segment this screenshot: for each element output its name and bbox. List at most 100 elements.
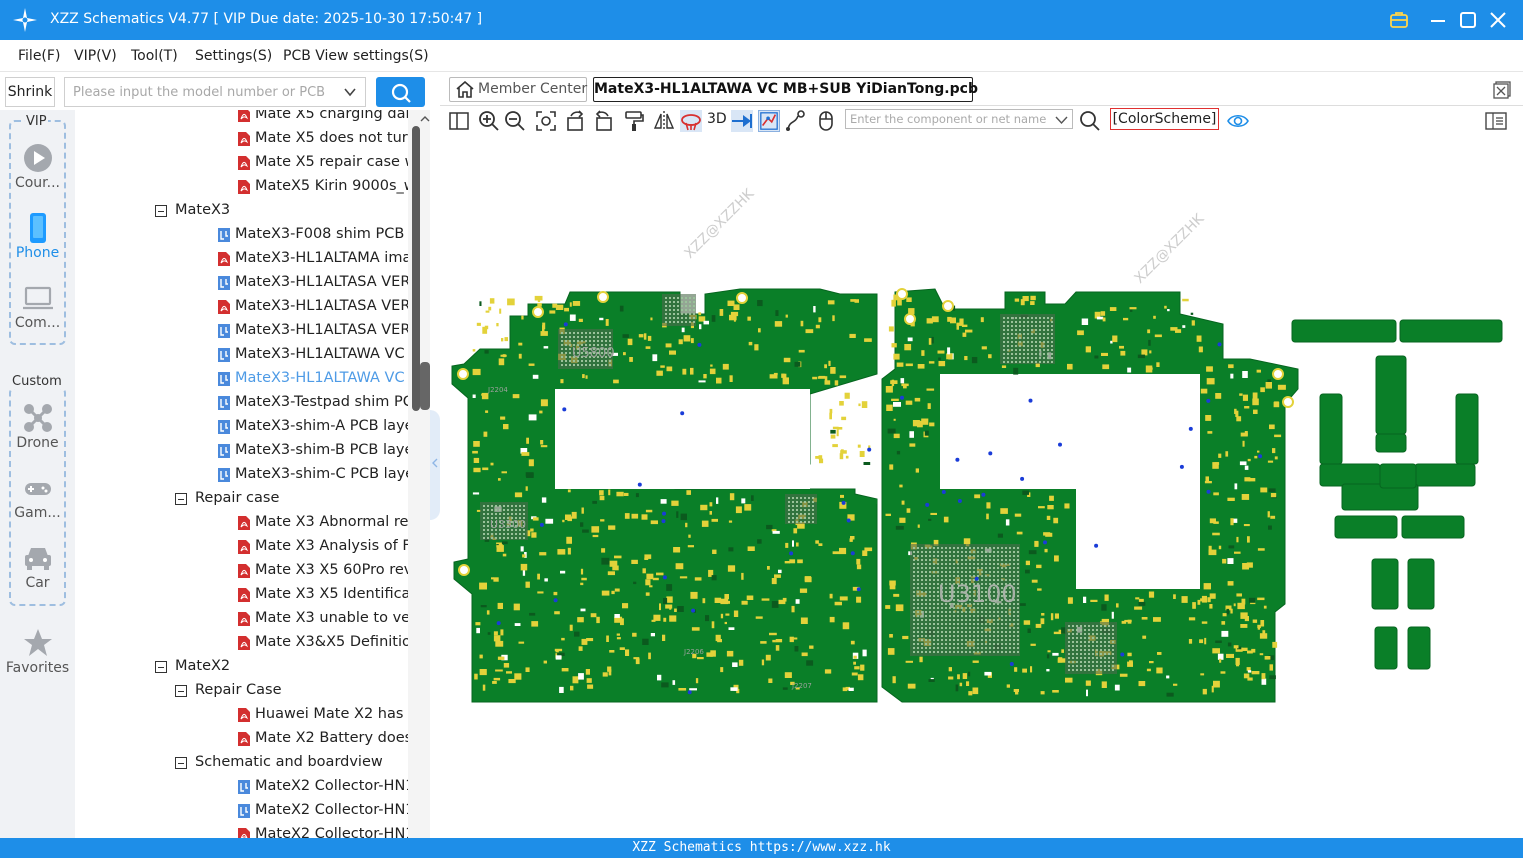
menu-vip[interactable]: VIP(V) [74,48,117,64]
color-scheme-button[interactable]: [ColorScheme] [1110,108,1219,130]
pcb-pad [1111,611,1114,619]
tree-scrollbar-thumb[interactable] [412,126,420,411]
tree-file-item[interactable]: MateX3-Testpad shim PCB layer [75,391,408,415]
nav-favorites[interactable]: Favorites [0,628,75,676]
search-button[interactable] [376,77,425,107]
rotate-left-icon[interactable] [565,110,587,132]
bga-ball [561,332,563,334]
bga-ball [523,537,525,539]
tree-file-item[interactable]: MateX3-HL1ALTAMA image.pdf [75,247,408,271]
fit-view-icon[interactable] [535,110,557,132]
paint-roller-icon[interactable] [623,110,645,132]
menu-tool[interactable]: Tool(T) [131,48,178,64]
nav-car[interactable]: Car [0,543,75,591]
tree-scrollbar-handle[interactable] [420,362,430,410]
tree-file-item[interactable]: MateX3-shim-C PCB layer.pcb [75,463,408,487]
menu-pcb-view-settings[interactable]: PCB View settings(S) [283,48,429,64]
tree-folder[interactable]: MateX2 [75,655,408,679]
tree-folder[interactable]: Schematic and boardview [75,751,408,775]
collapse-toggle-icon[interactable] [175,493,187,505]
bga-ball [933,611,935,613]
nav-courses[interactable]: Cour... [0,143,75,191]
rotate-right-icon[interactable] [592,110,614,132]
panel-splitter[interactable] [430,410,440,520]
tree-folder[interactable]: Repair Case [75,679,408,703]
zoom-in-icon[interactable] [478,110,500,132]
tree-file-item[interactable]: Mate X3 X5 60Pro reveals pa [75,559,408,583]
pcb-canvas[interactable]: XZZ@XZZHK XZZ@XZZHK U5800 U3300 U3100 J2… [440,134,1523,838]
net-highlight-icon[interactable] [758,110,780,132]
collapse-toggle-icon[interactable] [175,757,187,769]
tree-file-item[interactable]: MateX3-shim-B PCB layer.pcb [75,439,408,463]
tree-file-item[interactable]: MateX3-HL1ALTAWA VC MB PCB [75,343,408,367]
chevron-down-icon[interactable] [1055,114,1068,125]
minimize-icon[interactable] [1426,8,1450,32]
pcb-pad [1037,588,1042,591]
component-search-input[interactable] [846,110,1051,128]
zoom-out-icon[interactable] [504,110,526,132]
tree-file-item[interactable]: Huawei Mate X2 has no sign [75,703,408,727]
eye-icon[interactable] [1227,110,1249,132]
close-tab-icon[interactable] [1492,80,1512,100]
side-panel-icon[interactable] [1485,110,1507,132]
tree-file-item[interactable]: Mate X5 charging damages t [75,110,408,127]
flip-board-icon[interactable] [680,110,702,132]
bga-ball [1076,645,1078,647]
nav-computer[interactable]: Com... [0,283,75,331]
maximize-icon[interactable] [1456,8,1480,32]
pcb-board-view[interactable]: XZZ@XZZHK XZZ@XZZHK U5800 U3300 U3100 J2… [440,134,1523,838]
bga-ball [1001,619,1003,621]
bga-ball [1043,353,1045,355]
pin-arrow-icon[interactable] [731,110,753,132]
nav-drone[interactable]: Drone [0,403,75,451]
tree-file-item[interactable]: MateX3-HL1ALTASA VER.D SUB [75,319,408,343]
tab-pcb-file[interactable]: MateX3-HL1ALTAWA VC MB+SUB YiDianTong.pc… [593,77,978,102]
pcb-pad [1101,352,1108,356]
tree-file-item[interactable]: MateX2 Collector-HN1TET0N [75,799,408,823]
tree-file-item[interactable]: Mate X3 Abnormal repair of [75,511,408,535]
tab-member-center[interactable]: Member Center [449,77,587,102]
bga-ball [693,309,695,311]
tree-file-item[interactable]: MateX3-HL1ALTAWA VC MB+SUB [75,367,408,391]
tree-file-item[interactable]: Mate X5 repair case without [75,151,408,175]
briefcase-icon[interactable] [1387,8,1411,32]
tree-folder[interactable]: MateX3 [75,199,408,223]
nav-game[interactable]: Gam... [0,473,75,521]
tree-file-item[interactable]: Mate X3 X5 Identification of [75,583,408,607]
bga-ball [1112,657,1114,659]
tree-file-item[interactable]: MateX3-HL1ALTASA VER.D SUB [75,271,408,295]
tree-file-item[interactable]: Mate X2 Battery does not sta [75,727,408,751]
menu-file[interactable]: File(F) [18,48,60,64]
trace-tool-icon[interactable] [785,110,807,132]
3d-view-button[interactable]: 3D [707,111,727,127]
tree-file-item[interactable]: Mate X5 does not turn on th [75,127,408,151]
nav-phone[interactable]: Phone [0,213,75,261]
tree-file-item[interactable]: MateX2 Collector-HN1TET0N [75,823,408,838]
pcb-file-icon [217,275,231,291]
tree-file-item[interactable]: MateX3-shim-A PCB layer.pcb [75,415,408,439]
tree-file-item[interactable]: MateX3-F008 shim PCB layer.pcb [75,223,408,247]
model-search-input[interactable] [66,79,336,105]
pcb-pad [1268,488,1276,493]
pcb-pad [782,377,789,385]
tree-file-item[interactable]: MateX2 Collector-HN1TET0N [75,775,408,799]
tree-file-item[interactable]: Mate X3 Analysis of Fast Cha [75,535,408,559]
collapse-toggle-icon[interactable] [155,661,167,673]
search-icon[interactable] [1079,110,1101,132]
collapse-toggle-icon[interactable] [155,205,167,217]
tree-file-item[interactable]: MateX3-HL1ALTASA VER.D SUB [75,295,408,319]
mouse-icon[interactable] [815,110,837,132]
tree-folder[interactable]: Repair case [75,487,408,511]
scroll-up-icon[interactable] [420,114,430,124]
collapse-toggle-icon[interactable] [175,685,187,697]
bga-ball [1080,665,1082,667]
tree-file-item[interactable]: Mate X3&X5 Definition and [75,631,408,655]
chevron-down-icon[interactable] [343,86,357,98]
close-icon[interactable] [1486,8,1510,32]
menu-settings[interactable]: Settings(S) [195,48,272,64]
mirror-icon[interactable] [653,110,675,132]
tree-file-item[interactable]: Mate X3 unable to verify bat [75,607,408,631]
split-view-icon[interactable] [448,110,470,132]
tree-file-item[interactable]: MateX5 Kirin 9000s_wifi repa [75,175,408,199]
shrink-button[interactable]: Shrink [5,77,55,107]
